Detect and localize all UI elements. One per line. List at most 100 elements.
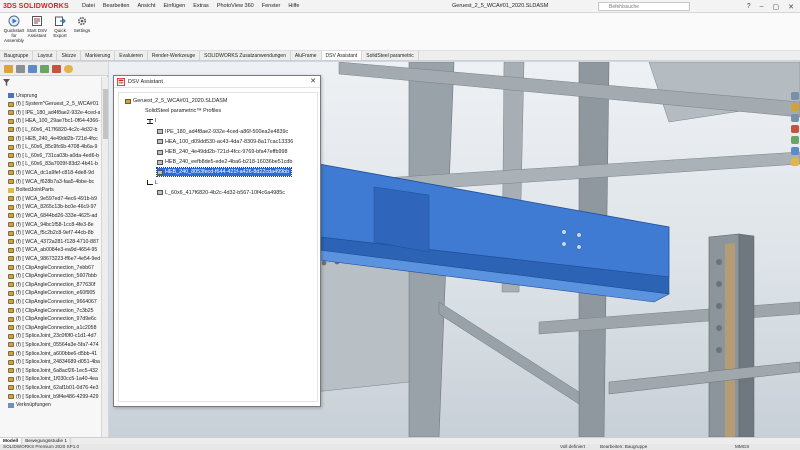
tree-item-label: (f) [ WCA_f5c2b2c8-9ef7-44cb-8b xyxy=(16,230,94,237)
tab-solidworks-zusatzanwendungen[interactable]: SOLIDWORKS Zusatzanwendungen xyxy=(200,51,291,60)
tree-item-label: Verknüpfungen xyxy=(16,402,51,409)
menu-item-photoview-360[interactable]: PhotoView 360 xyxy=(213,0,258,13)
close-icon[interactable]: ✕ xyxy=(788,3,794,11)
tree-item-label: (f) [ ClipAngleConnection_5607bbb xyxy=(16,273,97,280)
dsv-tree-item-selected[interactable]: HEB_240_8053fecd-f644-421f-a426-8d22cda4… xyxy=(155,167,293,178)
profile-l-icon xyxy=(147,180,153,186)
tab-layout[interactable]: Layout xyxy=(33,51,58,60)
expand-arrow-icon[interactable] xyxy=(137,109,143,114)
tree-item-label: (f) [ ClipAngleConnection_877630f xyxy=(16,281,96,288)
property-manager-tab-icon[interactable] xyxy=(16,65,25,73)
tree-item-label: (f) [ SpliceJoint_b9f4e486-4299-429 xyxy=(16,393,99,400)
dsv-tree-item-label: IPE_180_ad4f8ae2-932e-4ced-a86f-500ea2e4… xyxy=(165,128,289,135)
part-icon xyxy=(8,213,14,219)
filter-icon[interactable] xyxy=(3,79,10,86)
dsv-profile-tree: Geruest_2_5_WCA#01_2020.SLDASM SolidSteel… xyxy=(118,92,318,402)
tab-skizze[interactable]: Skizze xyxy=(57,51,82,60)
part-icon xyxy=(8,256,14,262)
dsv-tree-item-label: HEA_100_d09dd530-ac43-4da7-8309-8a17cac1… xyxy=(165,138,294,145)
part-icon xyxy=(8,265,14,270)
menu-item-bearbeiten[interactable]: Bearbeiten xyxy=(99,0,134,13)
view-palette-tab-icon[interactable] xyxy=(791,125,799,133)
dsv-tree-item[interactable]: HEA_100_d09dd530-ac43-4da7-8309-8a17cac1… xyxy=(157,138,293,146)
tree-item-label: (f) [ WCA_ab0084e3-ea9d-4654-95 xyxy=(16,247,98,254)
tree-item-label: (f) [ ClipAngleConnection_9664067 xyxy=(16,298,97,305)
tree-item-label: (f) [ WCA_f628b7a3-faa5-4bbe-bc xyxy=(16,178,95,185)
solidworks-forum-tab-icon[interactable] xyxy=(791,158,799,166)
quick-export-button[interactable]: Quick Export xyxy=(49,15,71,38)
tab-aluframe[interactable]: AluFrame xyxy=(291,51,322,60)
dsv-tree-item[interactable]: HEB_240_eefb8de5-ede2-4ba6-b218-16036be5… xyxy=(157,158,292,166)
tree-item-label: Ursprung xyxy=(16,92,38,99)
dsv-tree-item[interactable]: Geruest_2_5_WCA#01_2020.SLDASM xyxy=(125,97,227,105)
tree-item-label: (f) [ ClipAngleConnection_7ebb67 xyxy=(16,264,94,271)
minimize-icon[interactable]: – xyxy=(760,3,764,10)
tab-render-werkzeuge[interactable]: Render-Werkzeuge xyxy=(148,51,201,60)
dsv-tree-item[interactable]: I xyxy=(147,117,157,125)
scrollbar-thumb[interactable] xyxy=(103,89,108,139)
command-search-input[interactable] xyxy=(598,2,690,11)
bracing-member xyxy=(438,301,580,405)
selected-beam-stiffener[interactable] xyxy=(373,186,430,253)
status-mode: Bearbeiten: Baugruppe xyxy=(600,444,648,449)
solidworks-logo[interactable]: 3DS SOLIDWORKS xyxy=(3,1,69,12)
tab-solidsteel-parametric[interactable]: SolidSteel parametric xyxy=(362,51,419,60)
tab-baugruppe[interactable]: Baugruppe xyxy=(0,51,34,60)
resources-tab-icon[interactable] xyxy=(791,92,799,100)
part-icon xyxy=(8,136,14,141)
dsv-tree-item[interactable]: SolidSteel parametric™ Profiles xyxy=(137,107,221,115)
part-icon xyxy=(8,179,14,184)
design-library-tab-icon[interactable] xyxy=(791,103,799,111)
dsv-assistant-dialog: DSV Assistant ✕ Geruest_2_5_WCA#01_2020.… xyxy=(113,75,321,407)
mates-icon xyxy=(8,402,14,408)
quickstart-button[interactable]: Quickstart for Assembly xyxy=(3,15,25,44)
menu-item-fenster[interactable]: Fenster xyxy=(258,0,285,13)
lower-bracing xyxy=(608,361,800,395)
feature-tree-tab-icon[interactable] xyxy=(4,65,13,73)
part-icon xyxy=(8,290,14,296)
feature-tree-scrollbar[interactable] xyxy=(101,77,108,437)
dialog-close-button[interactable]: ✕ xyxy=(306,76,320,88)
logo-mark: 3DS xyxy=(3,3,17,10)
dimxpert-tab-icon[interactable] xyxy=(40,65,49,73)
appearance-tab-icon[interactable] xyxy=(64,65,73,73)
tab-evaluieren[interactable]: Evaluieren xyxy=(115,51,148,60)
custom-properties-tab-icon[interactable] xyxy=(791,147,799,155)
part-icon xyxy=(8,170,14,176)
menu-item-einf-gen[interactable]: Einfügen xyxy=(160,0,190,13)
configuration-tab-icon[interactable] xyxy=(28,65,37,73)
dialog-title-bar[interactable]: DSV Assistant ✕ xyxy=(114,76,320,88)
menu-item-hilfe[interactable]: Hilfe xyxy=(284,0,303,13)
menu-item-ansicht[interactable]: Ansicht xyxy=(133,0,159,13)
menu-item-extras[interactable]: Extras xyxy=(189,0,213,13)
start-dsv-assistant-button[interactable]: Start DSV Assistant xyxy=(26,15,48,38)
help-icon[interactable]: ? xyxy=(747,3,751,10)
end-column-flange xyxy=(738,233,755,437)
dsv-tree-item-label: HEB_240_eefb8de5-ede2-4ba6-b218-16036be5… xyxy=(165,159,293,166)
part-icon xyxy=(8,110,14,116)
part-icon xyxy=(157,159,163,165)
part-icon xyxy=(8,144,14,150)
file-explorer-tab-icon[interactable] xyxy=(791,114,799,122)
tab-markierung[interactable]: Markierung xyxy=(81,51,116,60)
part-icon xyxy=(8,127,14,133)
feature-tree: Ursprung (f) [ System^Geruest_2_5_WCA#01(… xyxy=(0,91,100,435)
status-product: SOLIDWORKS Premium 2020 SP1.0 xyxy=(3,444,80,449)
appearances-tab-icon[interactable] xyxy=(791,136,799,144)
tab-dsv-assistant[interactable]: DSV Assistant xyxy=(321,51,363,60)
restore-icon[interactable]: ▢ xyxy=(773,3,780,11)
dsv-tree-item[interactable]: HEB_240_4e49dd2b-721d-4fcc-9769-bfa47eff… xyxy=(157,148,288,156)
part-icon xyxy=(8,308,14,313)
tree-item-label: (f) [ L_60x6_417f6820-4c2c-4d32-b xyxy=(16,126,98,133)
settings-button[interactable]: Settings xyxy=(71,15,93,33)
menu-item-datei[interactable]: Datei xyxy=(78,0,99,13)
display-manager-tab-icon[interactable] xyxy=(52,65,61,73)
part-icon xyxy=(8,359,14,365)
part-icon xyxy=(157,169,163,175)
dsv-tree-item[interactable]: L xyxy=(147,179,158,187)
tree-item[interactable]: Verknüpfungen xyxy=(0,401,100,410)
dsv-tree-item[interactable]: L_60x6_417f6820-4b2c-4d32-b567-10f4c6a49… xyxy=(157,189,285,197)
status-units[interactable]: MMGS xyxy=(735,444,749,450)
assembly-icon xyxy=(125,98,131,104)
dsv-tree-item[interactable]: IPE_180_ad4f8ae2-932e-4ced-a86f-500ea2e4… xyxy=(157,128,288,136)
